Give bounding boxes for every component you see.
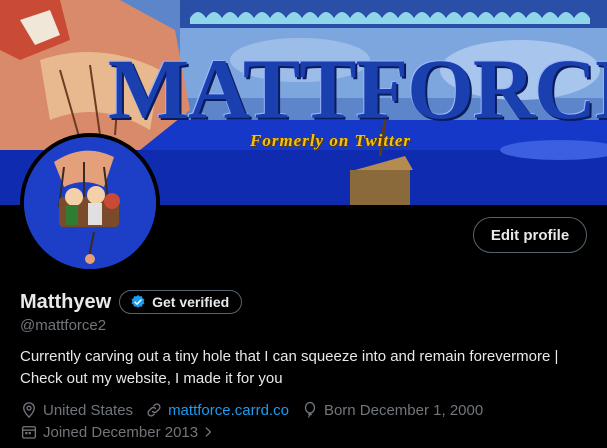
link-icon [147,403,161,417]
avatar-artwork [24,137,156,269]
website-item[interactable]: mattforce.carrd.co [145,401,289,419]
name-row: Matthyew Get verified [20,290,243,314]
edit-profile-button[interactable]: Edit profile [473,217,587,253]
banner-subtitle: Formerly on Twitter [250,131,411,150]
joined-text: Joined December 2013 [43,423,199,441]
chevron-right-icon [205,427,212,437]
website-link[interactable]: mattforce.carrd.co [168,402,289,419]
verified-badge-icon [131,295,145,308]
display-name: Matthyew [20,290,112,313]
user-handle: @mattforce2 [20,317,107,334]
birthday-text: Born December 1, 2000 [323,401,484,419]
joined-item[interactable]: Joined December 2013 [20,423,220,441]
profile-bio: Currently carving out a tiny hole that I… [20,348,559,387]
birthday-item: Born December 1, 2000 [301,401,483,419]
get-verified-label: Get verified [152,294,230,310]
profile-meta-row-2: Joined December 2013 [20,423,232,441]
balloon-icon [304,401,316,418]
avatar[interactable] [20,133,160,273]
banner-title: MATTFORCE2 [108,41,607,137]
location-item: United States [20,401,133,419]
location-icon [23,402,35,419]
get-verified-button[interactable]: Get verified [119,290,243,314]
profile-meta-row: United States mattforce.carrd.co Born De… [20,401,495,419]
location-text: United States [43,401,134,419]
calendar-icon [21,426,37,439]
